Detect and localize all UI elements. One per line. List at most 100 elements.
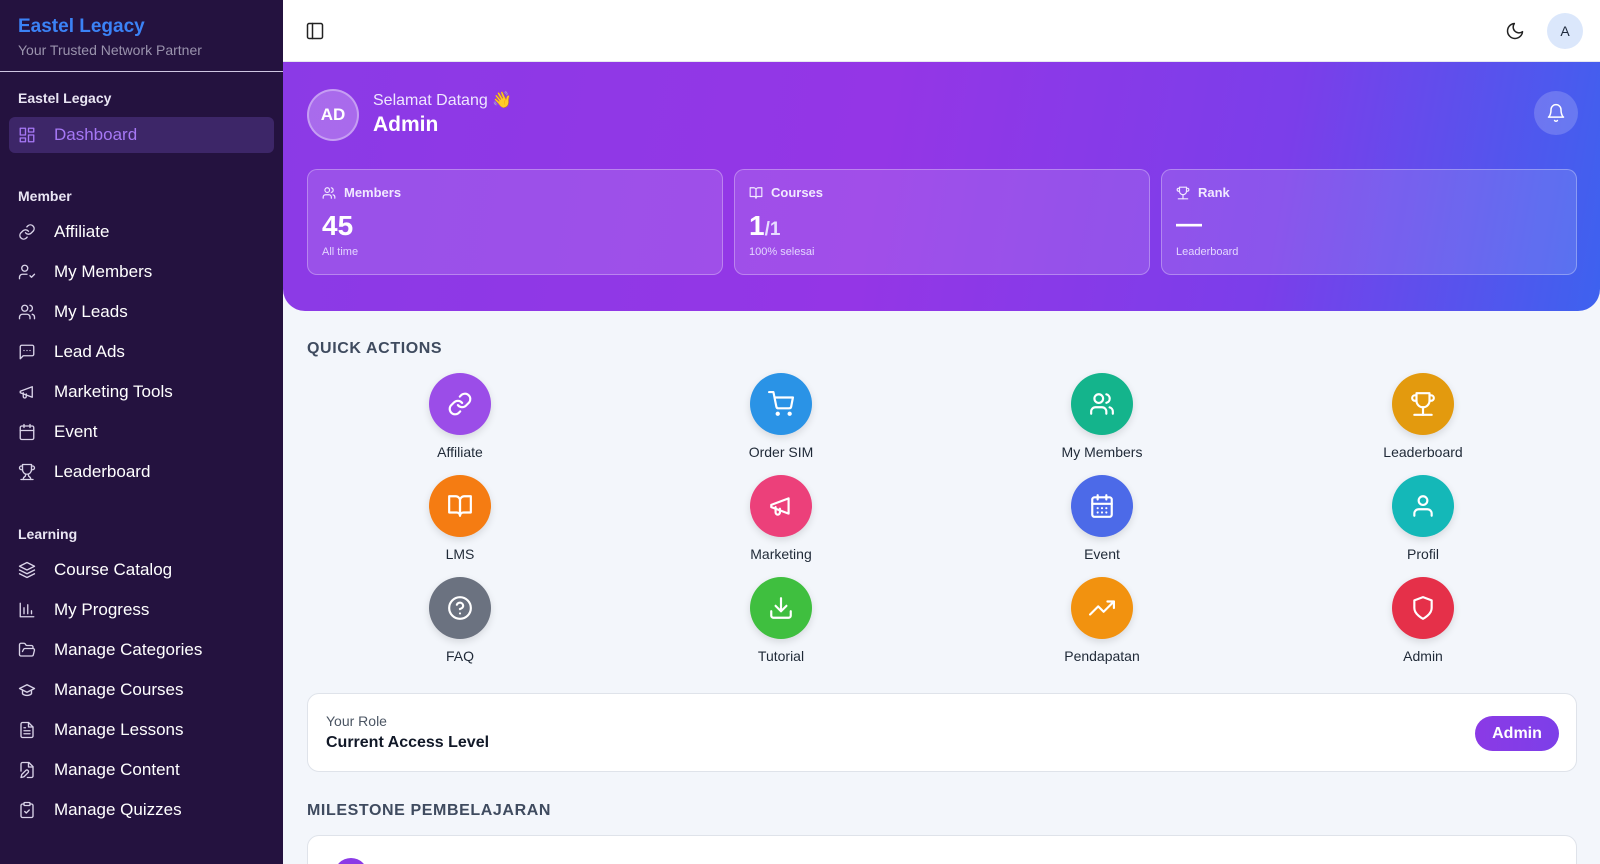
role-card: Your Role Current Access Level Admin: [307, 693, 1577, 772]
quick-action-label: My Members: [1061, 444, 1143, 460]
stat-card-members: Members 45 All time: [307, 169, 723, 275]
sidebar-item-course-catalog[interactable]: Course Catalog: [9, 552, 274, 588]
quick-action-tutorial[interactable]: Tutorial: [711, 577, 851, 667]
role-badge-button[interactable]: Admin: [1475, 716, 1559, 751]
avatar[interactable]: A: [1547, 13, 1583, 49]
sidebar: Eastel Legacy Your Trusted Network Partn…: [0, 0, 283, 864]
layers-icon: [18, 561, 36, 579]
quick-action-label: Affiliate: [437, 444, 483, 460]
quick-action-order-sim[interactable]: Order SIM: [711, 373, 851, 463]
sidebar-item-label: Marketing Tools: [54, 382, 173, 401]
trending-up-icon[interactable]: [1071, 577, 1133, 639]
quick-action-marketing[interactable]: Marketing: [711, 475, 851, 565]
quick-action-label: Profil: [1407, 546, 1439, 562]
greeting-text: Selamat Datang 👋: [373, 92, 513, 109]
quick-action-label: FAQ: [445, 648, 474, 664]
clipboard-check-icon: [18, 801, 36, 819]
moon-icon[interactable]: [1505, 21, 1525, 41]
stat-footnote: All time: [322, 246, 359, 258]
milestone-card: [307, 835, 1577, 864]
sidebar-item-event[interactable]: Event: [9, 414, 274, 450]
link-icon[interactable]: [429, 373, 491, 435]
shield-icon[interactable]: [1392, 577, 1454, 639]
quick-action-lms[interactable]: LMS: [390, 475, 530, 565]
quick-action-label: Admin: [1403, 648, 1443, 664]
sidebar-toggle-icon[interactable]: [305, 21, 325, 41]
sidebar-item-manage-courses[interactable]: Manage Courses: [9, 672, 274, 708]
quick-action-label: Event: [1084, 546, 1120, 562]
sidebar-item-affiliate[interactable]: Affiliate: [9, 214, 274, 250]
sidebar-item-dashboard[interactable]: Dashboard: [9, 117, 274, 153]
sidebar-item-label: Manage Lessons: [54, 720, 184, 739]
quick-action-my-members[interactable]: My Members: [1032, 373, 1172, 463]
sidebar-item-my-leads[interactable]: My Leads: [9, 294, 274, 330]
user-avatar: AD: [307, 89, 359, 141]
stat-card-courses: Courses 1/1 100% selesai: [734, 169, 1150, 275]
trophy-icon[interactable]: [1392, 373, 1454, 435]
megaphone-icon: [18, 383, 36, 401]
stat-header: Rank: [1176, 185, 1230, 200]
stat-value: —: [1176, 208, 1202, 238]
sidebar-item-manage-content[interactable]: Manage Content: [9, 752, 274, 788]
sidebar-item-label: Leaderboard: [54, 462, 151, 481]
stat-label: Members: [344, 185, 402, 200]
sidebar-item-label: Manage Courses: [54, 680, 184, 699]
quick-action-admin[interactable]: Admin: [1353, 577, 1493, 667]
quick-action-profil[interactable]: Profil: [1353, 475, 1493, 565]
sidebar-item-manage-quizzes[interactable]: Manage Quizzes: [9, 792, 274, 828]
brand-title[interactable]: Eastel Legacy: [18, 16, 265, 38]
quick-action-affiliate[interactable]: Affiliate: [390, 373, 530, 463]
file-text-icon: [18, 721, 36, 739]
help-circle-icon[interactable]: [429, 577, 491, 639]
quick-action-label: Marketing: [750, 546, 812, 562]
stat-label: Courses: [771, 185, 824, 200]
file-edit-icon: [18, 761, 36, 779]
sidebar-item-label: Manage Categories: [54, 640, 203, 659]
sidebar-item-label: Affiliate: [54, 222, 110, 241]
sidebar-group-label: Eastel Legacy: [18, 90, 112, 106]
welcome-banner: AD Selamat Datang 👋 Admin Members 45 All…: [283, 62, 1600, 311]
user-icon[interactable]: [1392, 475, 1454, 537]
users-icon: [18, 303, 36, 321]
sidebar-group-label: Learning: [18, 526, 78, 542]
sidebar-item-manage-categories[interactable]: Manage Categories: [9, 632, 274, 668]
stat-value-main: 1: [749, 210, 765, 241]
sidebar-item-label: My Leads: [54, 302, 128, 321]
quick-action-label: Pendapatan: [1064, 648, 1140, 664]
sidebar-item-label: Event: [54, 422, 98, 441]
megaphone-icon[interactable]: [750, 475, 812, 537]
sidebar-item-manage-lessons[interactable]: Manage Lessons: [9, 712, 274, 748]
quick-action-pendapatan[interactable]: Pendapatan: [1032, 577, 1172, 667]
calendar-icon[interactable]: [1071, 475, 1133, 537]
quick-action-event[interactable]: Event: [1032, 475, 1172, 565]
sidebar-item-lead-ads[interactable]: Lead Ads: [9, 334, 274, 370]
stat-value-sub: /1: [764, 219, 781, 240]
cart-icon[interactable]: [750, 373, 812, 435]
stat-label: Rank: [1198, 185, 1230, 200]
sidebar-item-label: Manage Quizzes: [54, 800, 182, 819]
role-title: Current Access Level: [326, 734, 490, 751]
quick-action-faq[interactable]: FAQ: [390, 577, 530, 667]
sidebar-item-label: My Progress: [54, 600, 150, 619]
stat-value: 45: [322, 210, 354, 241]
stat-value: 1/1: [749, 210, 780, 242]
grid-icon: [18, 126, 36, 144]
quick-action-leaderboard[interactable]: Leaderboard: [1353, 373, 1493, 463]
bell-icon[interactable]: [1534, 91, 1578, 135]
sidebar-item-label: Dashboard: [54, 125, 138, 144]
graduation-cap-icon: [18, 681, 36, 699]
stat-card-rank: Rank — Leaderboard: [1161, 169, 1577, 275]
topbar: A: [283, 0, 1600, 62]
quick-action-label: LMS: [445, 546, 475, 562]
sidebar-item-leaderboard[interactable]: Leaderboard: [9, 454, 274, 490]
sidebar-item-my-progress[interactable]: My Progress: [9, 592, 274, 628]
download-icon[interactable]: [750, 577, 812, 639]
milestone-title: MILESTONE PEMBELAJARAN: [307, 802, 552, 819]
quick-actions-title: QUICK ACTIONS: [307, 340, 443, 357]
sidebar-item-my-members[interactable]: My Members: [9, 254, 274, 290]
link-icon: [18, 223, 36, 241]
book-open-icon[interactable]: [429, 475, 491, 537]
sidebar-item-marketing-tools[interactable]: Marketing Tools: [9, 374, 274, 410]
users-icon[interactable]: [1071, 373, 1133, 435]
user-check-icon: [18, 263, 36, 281]
